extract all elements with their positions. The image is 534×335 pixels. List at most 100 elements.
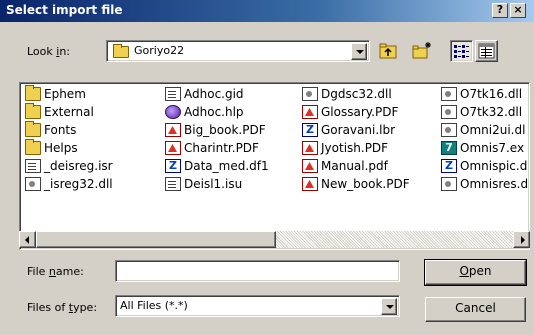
file-list-item[interactable]: External bbox=[25, 103, 94, 121]
pdf-file-icon bbox=[165, 141, 181, 155]
file-list-item[interactable]: Omnisres.d bbox=[441, 175, 528, 193]
scroll-thumb[interactable] bbox=[36, 231, 276, 248]
file-list-item[interactable]: Glossary.PDF bbox=[302, 103, 398, 121]
file-list-item-label: Omnispic.d bbox=[460, 159, 528, 173]
file-list-item-label: Omnisres.d bbox=[460, 177, 529, 191]
scroll-right-button[interactable] bbox=[513, 231, 530, 248]
z-file-icon: Z bbox=[441, 159, 457, 173]
file-type-dropdown-arrow[interactable] bbox=[381, 298, 397, 315]
file-list-item[interactable]: O7tk16.dll bbox=[441, 85, 522, 103]
close-button[interactable]: × bbox=[510, 3, 526, 18]
look-in-value: Goriyo22 bbox=[134, 44, 185, 57]
file-list-item[interactable]: Big_book.PDF bbox=[165, 121, 266, 139]
open-button[interactable]: Open bbox=[424, 259, 527, 286]
file-list-item-label: New_book.PDF bbox=[321, 177, 410, 191]
look-in-dropdown-arrow[interactable] bbox=[351, 43, 367, 60]
file-list-item[interactable]: Z Omnispic.d bbox=[441, 157, 527, 175]
folder-icon bbox=[25, 85, 41, 101]
chevron-down-icon bbox=[356, 50, 364, 54]
file-list-item-label: Goravani.lbr bbox=[321, 123, 396, 137]
file-list-item[interactable]: _deisreg.isr bbox=[25, 157, 113, 175]
file-list-item[interactable]: O7tk32.dll bbox=[441, 103, 522, 121]
pdf-file-icon bbox=[302, 141, 318, 155]
file-list-item-label: _isreg32.dll bbox=[44, 177, 113, 191]
file-type-label: Files of type: bbox=[27, 301, 98, 314]
dll-file-icon bbox=[25, 177, 41, 191]
file-list-item[interactable]: Deisl1.isu bbox=[165, 175, 242, 193]
file-list-item-label: Glossary.PDF bbox=[321, 105, 399, 119]
file-list-item-label: Omnis7.ex bbox=[460, 141, 525, 155]
pdf-file-icon bbox=[302, 105, 318, 119]
pdf-file-icon bbox=[165, 123, 181, 137]
file-list-item[interactable]: Charintr.PDF bbox=[165, 139, 259, 157]
file-list-item[interactable]: Adhoc.gid bbox=[165, 85, 244, 103]
file-list-item-label: External bbox=[44, 105, 94, 119]
file-list-item[interactable]: Jyotish.PDF bbox=[302, 139, 388, 157]
file-list-item[interactable]: Helps bbox=[25, 139, 78, 157]
file-list-item[interactable]: New_book.PDF bbox=[302, 175, 410, 193]
file-list-item-label: _deisreg.isr bbox=[44, 159, 113, 173]
file-list-item[interactable]: Omni2ui.dl bbox=[441, 121, 525, 139]
scroll-left-button[interactable] bbox=[19, 231, 36, 248]
folder-icon bbox=[25, 121, 41, 137]
file-list-item-label: Helps bbox=[44, 141, 78, 155]
file-list-item-label: Charintr.PDF bbox=[184, 141, 259, 155]
folder-up-icon bbox=[379, 43, 397, 59]
file-list-item[interactable]: Z Goravani.lbr bbox=[302, 121, 395, 139]
horizontal-scrollbar[interactable] bbox=[19, 231, 530, 248]
file-list-item-label: Jyotish.PDF bbox=[321, 141, 389, 155]
pdf-file-icon bbox=[302, 159, 318, 173]
file-list-item-label: Deisl1.isu bbox=[184, 177, 243, 191]
omnis-icon: 7 bbox=[441, 141, 457, 155]
dll-file-icon bbox=[441, 105, 457, 119]
file-list-item-label: Adhoc.gid bbox=[184, 87, 244, 101]
document-icon bbox=[165, 87, 181, 101]
document-icon bbox=[25, 159, 41, 173]
file-list-item-label: Manual.pdf bbox=[321, 159, 388, 173]
details-view-button[interactable] bbox=[475, 40, 498, 62]
title-bar[interactable]: Select import file ? × bbox=[0, 0, 534, 22]
dll-file-icon bbox=[441, 177, 457, 191]
file-list-item[interactable]: Fonts bbox=[25, 121, 76, 139]
create-new-folder-button[interactable] bbox=[411, 40, 434, 62]
dll-file-icon bbox=[441, 123, 457, 137]
look-in-dropdown[interactable]: Goriyo22 bbox=[106, 40, 370, 62]
file-name-input[interactable] bbox=[115, 260, 400, 282]
file-list-item-label: Big_book.PDF bbox=[184, 123, 266, 137]
cancel-button[interactable]: Cancel bbox=[425, 297, 526, 322]
file-type-dropdown[interactable]: All Files (*.*) bbox=[115, 295, 400, 317]
help-button[interactable]: ? bbox=[492, 3, 508, 18]
folder-icon bbox=[25, 103, 41, 119]
chevron-down-icon bbox=[386, 305, 394, 309]
list-view-button[interactable] bbox=[450, 40, 473, 62]
z-file-icon: Z bbox=[302, 123, 318, 137]
help-file-icon bbox=[165, 105, 181, 119]
file-list-item-label: Ephem bbox=[44, 87, 86, 101]
file-list-item[interactable]: Manual.pdf bbox=[302, 157, 388, 175]
file-type-value: All Files (*.*) bbox=[120, 299, 188, 312]
document-icon bbox=[165, 177, 181, 191]
window-title: Select import file bbox=[6, 3, 123, 17]
z-file-icon: Z bbox=[165, 159, 181, 173]
file-list-item-label: Adhoc.hlp bbox=[184, 105, 244, 119]
file-list-item-label: Omni2ui.dl bbox=[460, 123, 526, 137]
file-list-item[interactable]: 7 Omnis7.ex bbox=[441, 139, 524, 157]
folder-icon bbox=[113, 44, 129, 58]
file-list-item[interactable]: _isreg32.dll bbox=[25, 175, 113, 193]
file-list-item[interactable]: Z Data_med.df1 bbox=[165, 157, 269, 175]
up-one-level-button[interactable] bbox=[377, 40, 400, 62]
new-folder-icon bbox=[412, 42, 431, 59]
pdf-file-icon bbox=[302, 177, 318, 191]
file-list-item-label: O7tk16.dll bbox=[460, 87, 523, 101]
file-list[interactable]: Ephem External Fonts Helps _deisreg.isr _isre… bbox=[19, 82, 530, 250]
arrow-right-icon bbox=[521, 236, 525, 244]
file-list-item[interactable]: Adhoc.hlp bbox=[165, 103, 244, 121]
folder-icon bbox=[25, 139, 41, 155]
file-list-item-label: Dgdsc32.dll bbox=[321, 87, 392, 101]
file-list-item-label: Data_med.df1 bbox=[184, 159, 269, 173]
file-list-item[interactable]: Dgdsc32.dll bbox=[302, 85, 392, 103]
select-import-file-dialog: Select import file ? × Look in: Goriyo22 bbox=[0, 0, 534, 335]
file-list-item[interactable]: Ephem bbox=[25, 85, 86, 103]
file-list-item-label: O7tk32.dll bbox=[460, 105, 523, 119]
file-list-item-label: Fonts bbox=[44, 123, 77, 137]
